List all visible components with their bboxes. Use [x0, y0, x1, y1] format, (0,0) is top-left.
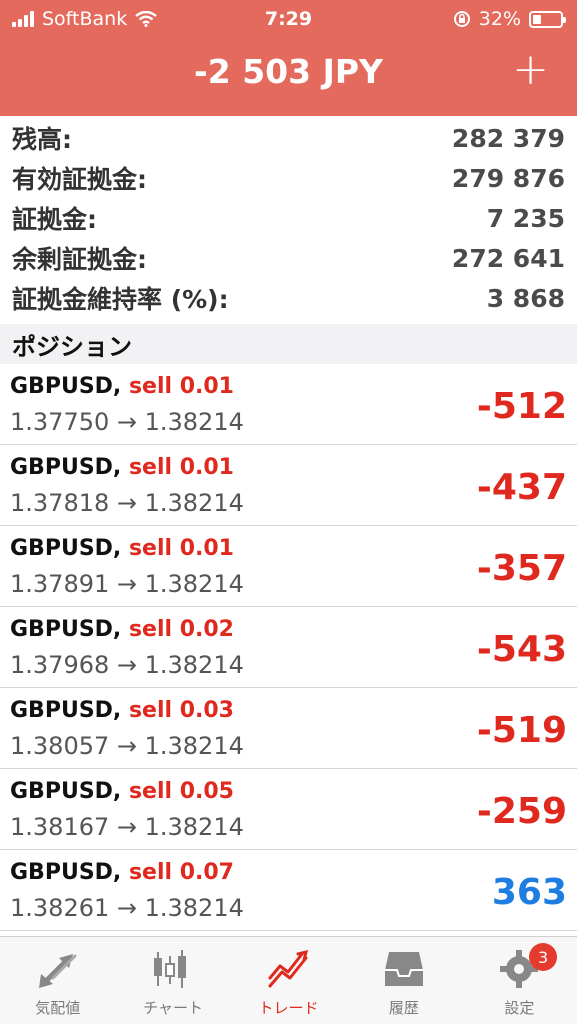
position-row[interactable]: GBPUSD, sell 0.01 1.37818 → 1.38214 -437 [0, 445, 577, 526]
position-prices: 1.37891 → 1.38214 [10, 570, 244, 598]
tab-quotes[interactable]: 気配値 [0, 937, 115, 1024]
position-row[interactable]: GBPUSD, sell 0.07 1.38261 → 1.38214 363 [0, 850, 577, 931]
add-order-button[interactable]: + [512, 48, 549, 92]
positions-list: GBPUSD, sell 0.01 1.37750 → 1.38214 -512… [0, 364, 577, 931]
summary-value: 279 876 [451, 163, 565, 193]
position-symbol: GBPUSD, [10, 374, 122, 399]
position-symbol: GBPUSD, [10, 779, 122, 804]
status-bar: SoftBank 7:29 32% [0, 0, 577, 38]
summary-value: 282 379 [451, 123, 565, 153]
position-symbol: GBPUSD, [10, 455, 122, 480]
tab-settings[interactable]: 設定 3 [462, 937, 577, 1024]
position-side: sell 0.05 [128, 779, 234, 804]
position-prices: 1.37750 → 1.38214 [10, 408, 244, 436]
position-profit: -259 [476, 791, 567, 832]
summary-value: 272 641 [451, 243, 565, 273]
position-prices: 1.37968 → 1.38214 [10, 651, 244, 679]
position-side: sell 0.01 [128, 455, 234, 480]
summary-label: 証拠金: [12, 205, 97, 234]
summary-row-equity: 有効証拠金: 279 876 [0, 158, 577, 198]
position-profit: -519 [476, 710, 567, 751]
position-profit: 363 [491, 872, 567, 913]
tab-label: チャート [143, 999, 204, 1017]
tab-label: 気配値 [35, 999, 81, 1017]
position-row[interactable]: GBPUSD, sell 0.01 1.37750 → 1.38214 -512 [0, 364, 577, 445]
position-side: sell 0.07 [128, 860, 234, 885]
tab-chart[interactable]: チャート [115, 937, 230, 1024]
position-side: sell 0.01 [128, 536, 234, 561]
position-symbol: GBPUSD, [10, 617, 122, 642]
tab-label: 履歴 [388, 999, 419, 1017]
summary-value: 3 868 [486, 283, 565, 313]
candlestick-chart-icon [149, 947, 197, 991]
position-symbol: GBPUSD, [10, 698, 122, 723]
battery-percent: 32% [478, 8, 521, 30]
tab-label: 設定 [504, 999, 535, 1017]
tab-history[interactable]: 履歴 [346, 937, 461, 1024]
notification-badge: 3 [529, 943, 558, 971]
trade-trend-icon [265, 947, 313, 991]
position-profit: -357 [476, 548, 567, 589]
summary-value: 7 235 [486, 203, 565, 233]
position-row[interactable]: GBPUSD, sell 0.02 1.37968 → 1.38214 -543 [0, 607, 577, 688]
account-summary: 残高: 282 379 有効証拠金: 279 876 証拠金: 7 235 余剰… [0, 118, 577, 318]
position-profit: -437 [476, 467, 567, 508]
battery-icon [529, 10, 566, 28]
summary-row-balance: 残高: 282 379 [0, 118, 577, 158]
app-header: SoftBank 7:29 32% -2 503 JPY + [0, 0, 577, 116]
summary-label: 残高: [12, 125, 72, 154]
summary-row-free-margin: 余剰証拠金: 272 641 [0, 238, 577, 278]
position-prices: 1.38167 → 1.38214 [10, 813, 244, 841]
position-side: sell 0.02 [128, 617, 234, 642]
position-row[interactable]: GBPUSD, sell 0.03 1.38057 → 1.38214 -519 [0, 688, 577, 769]
positions-section-header: ポジション [0, 324, 577, 364]
summary-label: 余剰証拠金: [12, 245, 147, 274]
position-prices: 1.38261 → 1.38214 [10, 894, 244, 922]
position-profit: -543 [476, 629, 567, 670]
position-symbol: GBPUSD, [10, 536, 122, 561]
position-row[interactable]: GBPUSD, sell 0.01 1.37891 → 1.38214 -357 [0, 526, 577, 607]
history-inbox-icon [380, 947, 428, 991]
position-prices: 1.37818 → 1.38214 [10, 489, 244, 517]
position-side: sell 0.01 [128, 374, 234, 399]
position-row[interactable]: GBPUSD, sell 0.05 1.38167 → 1.38214 -259 [0, 769, 577, 850]
position-profit: -512 [476, 386, 567, 427]
tab-bar: 気配値 チャート トレード 履歴 設定 3 [0, 936, 577, 1024]
tab-label: トレード [258, 999, 319, 1017]
account-profit-title: -2 503 JPY [194, 52, 383, 91]
summary-label: 有効証拠金: [12, 165, 147, 194]
quotes-arrows-icon [34, 947, 82, 991]
summary-row-margin-level: 証拠金維持率 (%): 3 868 [0, 278, 577, 318]
summary-label: 証拠金維持率 (%): [12, 285, 229, 314]
position-side: sell 0.03 [128, 698, 234, 723]
position-prices: 1.38057 → 1.38214 [10, 732, 244, 760]
position-symbol: GBPUSD, [10, 860, 122, 885]
summary-row-margin: 証拠金: 7 235 [0, 198, 577, 238]
orientation-lock-icon [453, 11, 470, 27]
tab-trade[interactable]: トレード [231, 937, 346, 1024]
